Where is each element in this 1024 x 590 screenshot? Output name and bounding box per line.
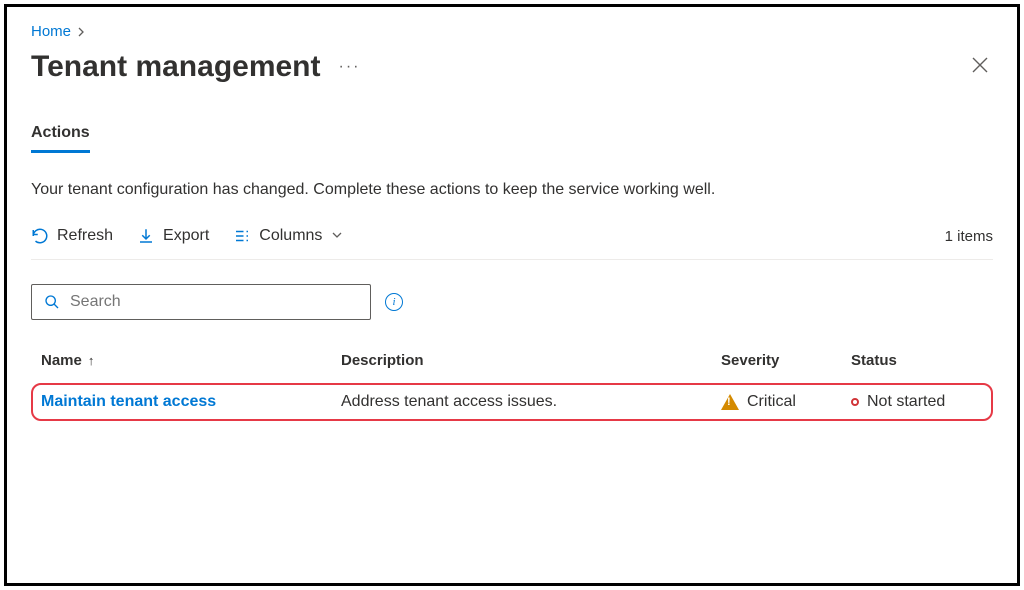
column-header-description[interactable]: Description bbox=[341, 352, 721, 369]
item-count: 1 items bbox=[945, 228, 993, 245]
table-row[interactable]: Maintain tenant access Address tenant ac… bbox=[41, 393, 983, 411]
export-button[interactable]: Export bbox=[137, 227, 209, 245]
column-header-status[interactable]: Status bbox=[851, 352, 983, 369]
page-title: Tenant management bbox=[31, 50, 321, 84]
chevron-down-icon bbox=[332, 229, 342, 243]
search-icon bbox=[44, 294, 60, 310]
table-header: Name ↑ Description Severity Status bbox=[31, 352, 993, 383]
sort-ascending-icon: ↑ bbox=[88, 353, 95, 368]
severity-value: Critical bbox=[747, 393, 796, 411]
action-name-link[interactable]: Maintain tenant access bbox=[41, 393, 216, 411]
warning-icon bbox=[721, 394, 739, 410]
refresh-button[interactable]: Refresh bbox=[31, 227, 113, 245]
column-header-name[interactable]: Name ↑ bbox=[41, 352, 341, 369]
export-label: Export bbox=[163, 227, 209, 245]
column-header-severity[interactable]: Severity bbox=[721, 352, 851, 369]
status-value: Not started bbox=[867, 393, 945, 411]
columns-icon bbox=[233, 227, 251, 245]
highlighted-row: Maintain tenant access Address tenant ac… bbox=[31, 383, 993, 421]
columns-label: Columns bbox=[259, 227, 322, 245]
refresh-label: Refresh bbox=[57, 227, 113, 245]
more-actions-icon[interactable]: ··· bbox=[339, 58, 361, 76]
breadcrumb: Home bbox=[31, 23, 993, 40]
info-message: Your tenant configuration has changed. C… bbox=[31, 181, 993, 199]
search-box[interactable] bbox=[31, 284, 371, 320]
refresh-icon bbox=[31, 227, 49, 245]
status-dot-icon bbox=[851, 398, 859, 406]
columns-button[interactable]: Columns bbox=[233, 227, 342, 245]
download-icon bbox=[137, 227, 155, 245]
search-input[interactable] bbox=[70, 293, 358, 311]
info-icon[interactable]: i bbox=[385, 293, 403, 311]
breadcrumb-home-link[interactable]: Home bbox=[31, 23, 71, 40]
tab-actions[interactable]: Actions bbox=[31, 124, 90, 153]
action-description: Address tenant access issues. bbox=[341, 393, 721, 411]
close-icon[interactable] bbox=[967, 50, 993, 84]
chevron-right-icon bbox=[77, 24, 87, 40]
